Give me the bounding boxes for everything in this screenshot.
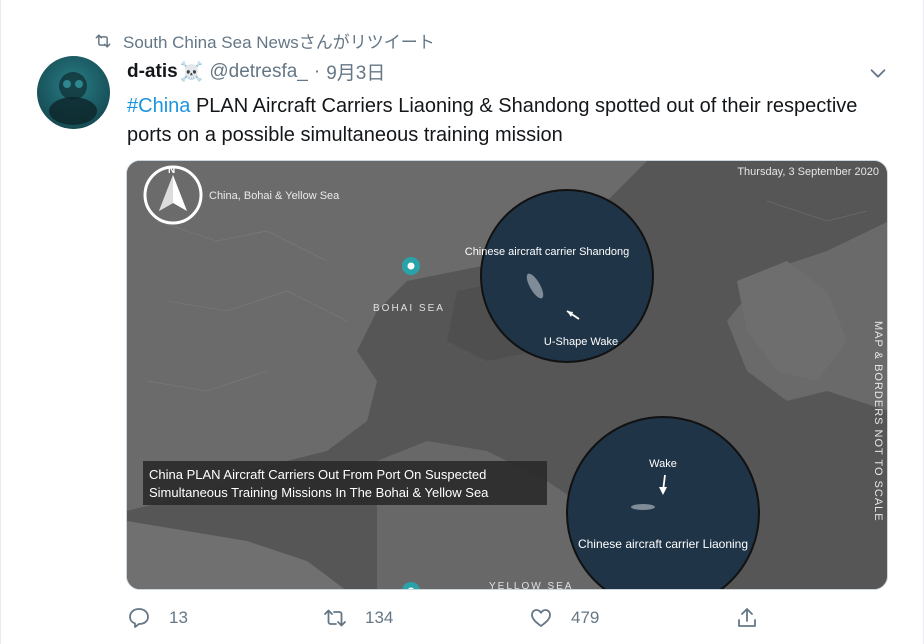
tweet-body: PLAN Aircraft Carriers Liaoning & Shando… [127,95,858,146]
tweet-text: #China PLAN Aircraft Carriers Liaoning &… [127,92,887,150]
region-label: China, Bohai & Yellow Sea [209,190,340,202]
share-icon [738,608,756,627]
avatar[interactable] [37,56,110,129]
tweet-header: d-atis ☠️ @detresfa_ · 9月3日 [127,58,385,85]
tweet-image[interactable]: Thursday, 3 September 2020 N China, Boha… [126,160,888,590]
tweet-actions: 13 134 479 [127,606,767,638]
north-label: N [168,165,175,176]
author-handle[interactable]: @detresfa_ [209,61,308,83]
reply-count: 13 [169,608,188,627]
heart-icon [531,609,551,627]
map-disclaimer: MAP & BORDERS NOT TO SCALE [872,321,884,522]
image-date-label: Thursday, 3 September 2020 [737,166,879,178]
reply-button[interactable]: 13 [127,606,188,630]
ushape-wake-label: U-Shape Wake [544,336,618,348]
retweet-context: South China Sea Newsさんがリツイート [93,28,435,53]
tweet-date[interactable]: 9月3日 [326,58,385,85]
skull-emoji-icon: ☠️ [179,61,204,83]
retweet-icon [324,609,346,627]
caption-line-2: Simultaneous Training Missions In The Bo… [149,485,489,500]
map-image: Thursday, 3 September 2020 N China, Boha… [127,161,887,590]
shandong-label: Chinese aircraft carrier Shandong [465,246,629,258]
like-count: 479 [571,608,600,627]
bohai-sea-label: BOHAI SEA [373,303,445,314]
hashtag-link[interactable]: #China [127,95,190,117]
separator-dot: · [313,60,321,82]
port-marker-icon [402,257,420,275]
liaoning-label: Chinese aircraft carrier Liaoning [578,537,748,551]
share-button[interactable] [735,606,777,630]
tweet-card[interactable]: South China Sea Newsさんがリツイート d-atis ☠️ @… [0,0,924,644]
yellow-sea-label: YELLOW SEA [489,581,573,590]
caption-line-1: China PLAN Aircraft Carriers Out From Po… [149,467,486,482]
retweet-icon [95,33,111,48]
retweet-count: 134 [365,608,394,627]
like-button[interactable]: 479 [529,606,599,630]
retweet-context-text[interactable]: South China Sea Newsさんがリツイート [123,28,435,53]
chevron-down-icon[interactable] [867,62,889,84]
retweet-button[interactable]: 134 [323,606,393,630]
author-name[interactable]: d-atis [127,61,178,83]
image-caption: China PLAN Aircraft Carriers Out From Po… [143,461,547,505]
reply-icon [129,608,149,628]
wake-label: Wake [649,458,677,470]
